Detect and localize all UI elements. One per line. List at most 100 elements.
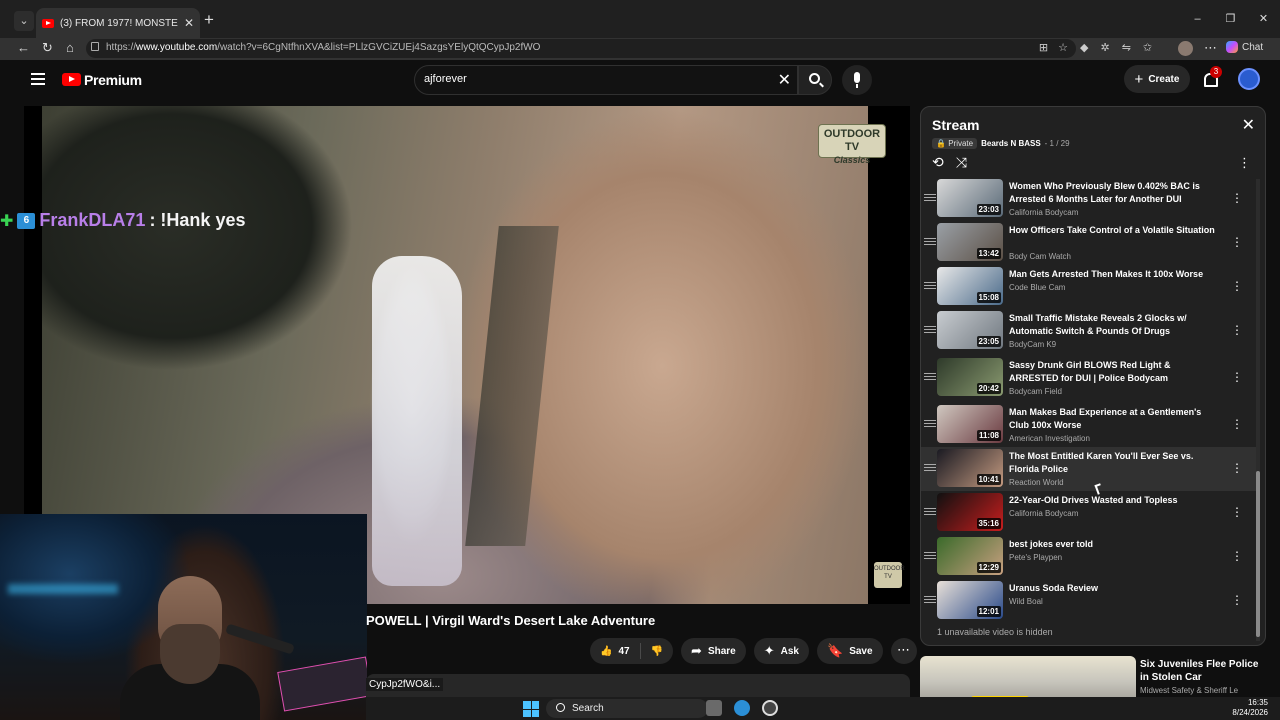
scrollbar-thumb[interactable] [1256,471,1260,637]
browser-menu-icon[interactable]: ⋯ [1204,40,1217,56]
edge-browser-icon[interactable] [734,700,750,716]
close-tab-icon[interactable]: ✕ [184,16,194,30]
like-button[interactable]: 👍 47 [590,638,640,664]
item-menu-icon[interactable]: ⋮ [1231,593,1243,607]
address-input[interactable]: https://www.youtube.com/watch?v=6CgNtfhn… [86,39,1076,58]
more-actions-icon[interactable]: ⋯ [890,638,917,664]
clear-search-icon[interactable]: ✕ [778,70,791,90]
video-thumbnail[interactable]: 12:01 [937,581,1003,619]
task-view-icon[interactable] [706,700,722,716]
drag-handle-icon[interactable] [924,464,936,471]
playlist-scrollbar[interactable] [1256,179,1260,641]
tab-list-button[interactable]: ⌄ [14,11,34,31]
video-item-title[interactable]: Man Makes Bad Experience at a Gentlemen'… [1009,406,1217,432]
video-thumbnail[interactable]: 12:29 [937,537,1003,575]
shuffle-icon[interactable]: ⤨ [956,154,967,171]
video-thumbnail[interactable]: 35:16 [937,493,1003,531]
playlist-item[interactable]: 13:42 How Officers Take Control of a Vola… [921,221,1257,265]
playlist-title[interactable]: Stream [932,117,979,133]
video-thumbnail[interactable]: 23:03 [937,179,1003,217]
windows-start-icon[interactable] [523,701,539,717]
ask-button[interactable]: ✦ Ask [753,638,809,664]
dislike-button[interactable]: 👎 [641,638,673,664]
item-menu-icon[interactable]: ⋮ [1231,279,1243,293]
back-icon[interactable]: ← [17,40,30,55]
video-thumbnail[interactable]: 20:42 [937,358,1003,396]
playlist-item[interactable]: 20:42 Sassy Drunk Girl BLOWS Red Light & … [921,356,1257,403]
youtube-logo-icon[interactable] [62,73,81,86]
share-button[interactable]: ➦ Share [681,638,746,664]
item-menu-icon[interactable]: ⋮ [1231,505,1243,519]
item-menu-icon[interactable]: ⋮ [1231,191,1243,205]
obs-app-icon[interactable] [762,700,778,716]
channel-branding-icon[interactable]: OUTDOOR TV [874,562,905,588]
video-thumbnail[interactable]: 15:08 [937,267,1003,305]
site-info-icon[interactable] [91,42,99,51]
video-item-title[interactable]: 22-Year-Old Drives Wasted and Topless [1009,494,1217,507]
app-available-icon[interactable]: ⊞ [1039,41,1048,54]
video-thumbnail[interactable]: 23:05 [937,311,1003,349]
save-button[interactable]: 🔖 Save [817,638,883,664]
video-item-title[interactable]: Sassy Drunk Girl BLOWS Red Light & ARRES… [1009,359,1217,385]
playlist-item[interactable]: 15:08 Man Gets Arrested Then Makes It 100… [921,265,1257,309]
video-item-title[interactable]: How Officers Take Control of a Volatile … [1009,224,1217,237]
favorite-star-icon[interactable]: ☆ [1058,41,1068,54]
playlist-item[interactable]: 12:29 best jokes ever told Pete's Playpen ⋮ [921,535,1257,579]
extensions-puzzle-icon[interactable]: ✲ [1100,41,1109,54]
playlist-channel[interactable]: Beards N BASS [981,139,1041,148]
new-tab-icon[interactable]: + [204,10,214,30]
drag-handle-icon[interactable] [924,420,936,427]
voice-search-mic-icon[interactable] [842,65,872,95]
youtube-brand[interactable]: Premium [84,72,142,88]
search-button[interactable] [798,65,832,95]
drag-handle-icon[interactable] [924,552,936,559]
create-button[interactable]: + Create [1124,65,1190,93]
drag-handle-icon[interactable] [924,282,936,289]
loop-icon[interactable]: ⟲ [932,154,944,171]
browser-profile-avatar[interactable] [1178,41,1193,56]
item-menu-icon[interactable]: ⋮ [1231,370,1243,384]
item-menu-icon[interactable]: ⋮ [1231,417,1243,431]
playlist-menu-icon[interactable]: ⋮ [1238,155,1251,171]
video-item-title[interactable]: The Most Entitled Karen You'll Ever See … [1009,450,1217,476]
drag-handle-icon[interactable] [924,373,936,380]
item-menu-icon[interactable]: ⋮ [1231,323,1243,337]
playlist-item[interactable]: 12:01 Uranus Soda Review Wild Boal ⋮ [921,579,1257,623]
drag-handle-icon[interactable] [924,194,936,201]
split-screen-icon[interactable]: ⇋ [1122,41,1131,54]
drag-handle-icon[interactable] [924,238,936,245]
item-menu-icon[interactable]: ⋮ [1231,549,1243,563]
video-item-title[interactable]: best jokes ever told [1009,538,1217,551]
video-item-title[interactable]: Man Gets Arrested Then Makes It 100x Wor… [1009,268,1217,281]
drag-handle-icon[interactable] [924,326,936,333]
extension-icon[interactable]: ◆ [1080,41,1088,54]
copilot-chat-button[interactable]: Chat [1226,41,1263,53]
video-thumbnail[interactable]: 10:41 [937,449,1003,487]
close-window-icon[interactable]: ✕ [1247,0,1280,38]
video-item-title[interactable]: Women Who Previously Blew 0.402% BAC is … [1009,180,1217,206]
playlist-item[interactable]: 11:08 Man Makes Bad Experience at a Gentl… [921,403,1257,447]
maximize-icon[interactable]: ❐ [1214,0,1247,38]
search-input[interactable]: ajforever ✕ [414,65,798,95]
browser-tab[interactable]: (3) FROM 1977! MONSTER BASS & ✕ [36,8,200,38]
account-avatar[interactable] [1238,68,1260,90]
video-thumbnail[interactable]: 13:42 [937,223,1003,261]
close-playlist-icon[interactable]: ✕ [1242,115,1255,135]
reload-icon[interactable]: ↻ [42,40,53,56]
minimize-icon[interactable]: – [1181,0,1214,38]
guide-menu-icon[interactable] [31,73,45,85]
playlist-item[interactable]: 10:41 The Most Entitled Karen You'll Ever… [921,447,1257,491]
video-thumbnail[interactable]: 11:08 [937,405,1003,443]
favorites-icon[interactable]: ✩ [1143,41,1152,54]
item-menu-icon[interactable]: ⋮ [1231,235,1243,249]
drag-handle-icon[interactable] [924,508,936,515]
recommended-title[interactable]: Six Juveniles Flee Police in Stolen Car [1140,658,1260,684]
item-menu-icon[interactable]: ⋮ [1231,461,1243,475]
playlist-item[interactable]: 23:03 Women Who Previously Blew 0.402% BA… [921,177,1257,221]
drag-handle-icon[interactable] [924,596,936,603]
playlist-item[interactable]: 23:05 Small Traffic Mistake Reveals 2 Glo… [921,309,1257,356]
video-item-title[interactable]: Small Traffic Mistake Reveals 2 Glocks w… [1009,312,1217,338]
video-item-title[interactable]: Uranus Soda Review [1009,582,1217,595]
home-icon[interactable]: ⌂ [66,40,74,55]
playlist-item[interactable]: 35:16 22-Year-Old Drives Wasted and Tople… [921,491,1257,535]
